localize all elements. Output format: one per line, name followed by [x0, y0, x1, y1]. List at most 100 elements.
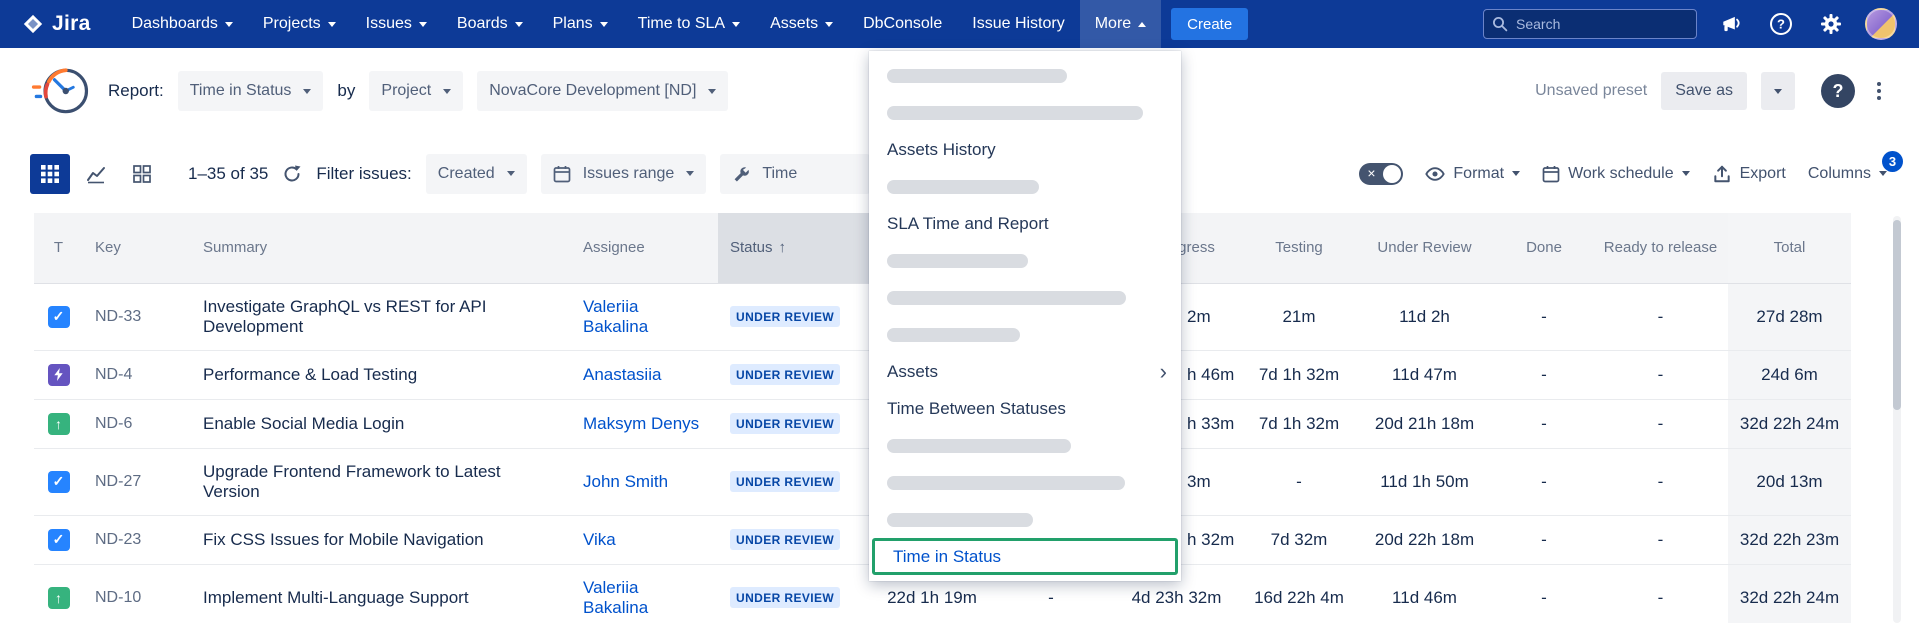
menu-item-label: Assets: [887, 362, 938, 382]
menu-item-sla-time-and-report[interactable]: SLA Time and Report: [869, 205, 1181, 242]
nav-item-dbconsole[interactable]: DbConsole: [848, 0, 957, 48]
assignee-link[interactable]: Anastasiia: [583, 365, 661, 384]
issue-summary: Upgrade Frontend Framework to Latest Ver…: [191, 448, 571, 515]
time-cell: -: [1593, 350, 1728, 399]
view-toggle[interactable]: ×: [1359, 163, 1403, 185]
menu-item-skeleton: [869, 168, 1181, 205]
report-logo-icon: [30, 59, 94, 123]
save-as-button[interactable]: Save as: [1661, 72, 1747, 110]
chevron-down-icon: [825, 22, 833, 27]
assignee-link[interactable]: John Smith: [583, 472, 668, 491]
report-type-value: Time in Status: [190, 82, 292, 100]
column-header-summary[interactable]: Summary: [191, 213, 571, 283]
primary-nav-items: DashboardsProjectsIssues Boards Plans Time …: [117, 0, 1162, 48]
nav-item-more[interactable]: More: [1080, 0, 1161, 48]
menu-item-assets-history[interactable]: Assets History: [869, 131, 1181, 168]
assignee-link[interactable]: Valeriia Bakalina: [583, 578, 648, 617]
nav-item-label: Time to SLA: [638, 15, 725, 33]
time-settings-button[interactable]: Time: [720, 154, 870, 194]
columns-button[interactable]: Columns 3: [1808, 165, 1887, 183]
column-header-status[interactable]: Status↑: [718, 213, 871, 283]
skeleton-bar: [887, 476, 1125, 490]
time-cell: -: [1495, 564, 1593, 623]
grid-view-button[interactable]: [30, 154, 70, 194]
format-button[interactable]: Format: [1425, 164, 1520, 184]
issue-key: ND-10: [83, 564, 191, 623]
time-cell: -: [1244, 448, 1354, 515]
column-header-label: Key: [95, 239, 121, 256]
chevron-down-icon: [1682, 171, 1690, 176]
column-header-under-review[interactable]: Under Review: [1354, 213, 1495, 283]
pivot-icon: [133, 165, 151, 183]
brand-text: Jira: [52, 12, 91, 36]
nav-item-label: Boards: [457, 15, 508, 33]
project-select[interactable]: NovaCore Development [ND]: [477, 71, 728, 111]
column-header-total[interactable]: Total: [1728, 213, 1851, 283]
time-cell: -: [1495, 515, 1593, 564]
skeleton-bar: [887, 254, 1028, 268]
vertical-scrollbar[interactable]: [1893, 216, 1901, 623]
status-badge: UNDER REVIEW: [730, 413, 840, 434]
column-header-assignee[interactable]: Assignee: [571, 213, 718, 283]
chevron-down-icon: [686, 171, 694, 176]
chart-view-button[interactable]: [76, 154, 116, 194]
nav-item-dashboards[interactable]: Dashboards: [117, 0, 248, 48]
filter-field-select[interactable]: Created: [426, 154, 527, 194]
user-avatar[interactable]: [1865, 8, 1897, 40]
time-cell: 7d 1h 32m: [1244, 399, 1354, 448]
report-help-button[interactable]: ?: [1821, 74, 1855, 108]
issues-range-button[interactable]: Issues range: [541, 154, 707, 194]
nav-item-projects[interactable]: Projects: [248, 0, 351, 48]
more-options-button[interactable]: [1869, 76, 1889, 106]
status-badge: UNDER REVIEW: [730, 364, 840, 385]
create-button[interactable]: Create: [1171, 8, 1248, 40]
export-button[interactable]: Export: [1712, 164, 1786, 184]
column-header-key[interactable]: Key: [83, 213, 191, 283]
refresh-button[interactable]: [282, 164, 302, 184]
chevron-down-icon: [708, 89, 716, 94]
report-type-select[interactable]: Time in Status: [178, 71, 324, 111]
group-by-select[interactable]: Project: [369, 71, 463, 111]
issue-type-cell: ✓: [34, 448, 83, 515]
column-header-label: Testing: [1275, 239, 1323, 256]
report-toolbar-right: Unsaved preset Save as ?: [1535, 72, 1889, 110]
column-header-t[interactable]: T: [34, 213, 83, 283]
menu-item-time-in-status[interactable]: Time in Status: [872, 538, 1178, 575]
assignee-link[interactable]: Valeriia Bakalina: [583, 297, 648, 336]
menu-item-label: SLA Time and Report: [887, 214, 1049, 234]
issue-summary: Investigate GraphQL vs REST for API Deve…: [191, 283, 571, 350]
top-nav: Jira DashboardsProjectsIssues Boards Plans…: [0, 0, 1919, 48]
issue-summary: Implement Multi-Language Support: [191, 564, 571, 623]
search-input[interactable]: [1483, 9, 1697, 39]
announcement-button[interactable]: [1715, 8, 1747, 40]
nav-item-issue-history[interactable]: Issue History: [957, 0, 1079, 48]
skeleton-bar: [887, 180, 1039, 194]
assignee-link[interactable]: Maksym Denys: [583, 414, 699, 433]
export-icon: [1712, 164, 1732, 184]
group-by-value: Project: [381, 82, 431, 100]
work-schedule-button[interactable]: Work schedule: [1542, 165, 1690, 183]
nav-item-time-to-sla[interactable]: Time to SLA: [623, 0, 755, 48]
jira-logo[interactable]: Jira: [22, 12, 91, 36]
bolt-icon: [48, 364, 70, 386]
pivot-view-button[interactable]: [122, 154, 162, 194]
column-header-testing[interactable]: Testing: [1244, 213, 1354, 283]
nav-item-label: Issue History: [972, 15, 1064, 33]
nav-item-assets[interactable]: Assets: [755, 0, 848, 48]
save-as-dropdown-button[interactable]: [1761, 72, 1795, 110]
menu-item-time-between-statuses[interactable]: Time Between Statuses: [869, 390, 1181, 427]
column-header-ready-to-release[interactable]: Ready to release: [1593, 213, 1728, 283]
assignee-link[interactable]: Vika: [583, 530, 616, 549]
work-schedule-label: Work schedule: [1568, 165, 1674, 183]
skeleton-bar: [887, 439, 1071, 453]
menu-item-assets[interactable]: Assets›: [869, 353, 1181, 390]
nav-item-plans[interactable]: Plans: [538, 0, 623, 48]
settings-button[interactable]: [1815, 8, 1847, 40]
help-button[interactable]: ?: [1765, 8, 1797, 40]
time-cell: -: [1495, 399, 1593, 448]
time-cell: 21m: [1244, 283, 1354, 350]
column-header-done[interactable]: Done: [1495, 213, 1593, 283]
nav-item-issues[interactable]: Issues: [351, 0, 442, 48]
nav-item-boards[interactable]: Boards: [442, 0, 538, 48]
scrollbar-thumb[interactable]: [1893, 220, 1901, 410]
